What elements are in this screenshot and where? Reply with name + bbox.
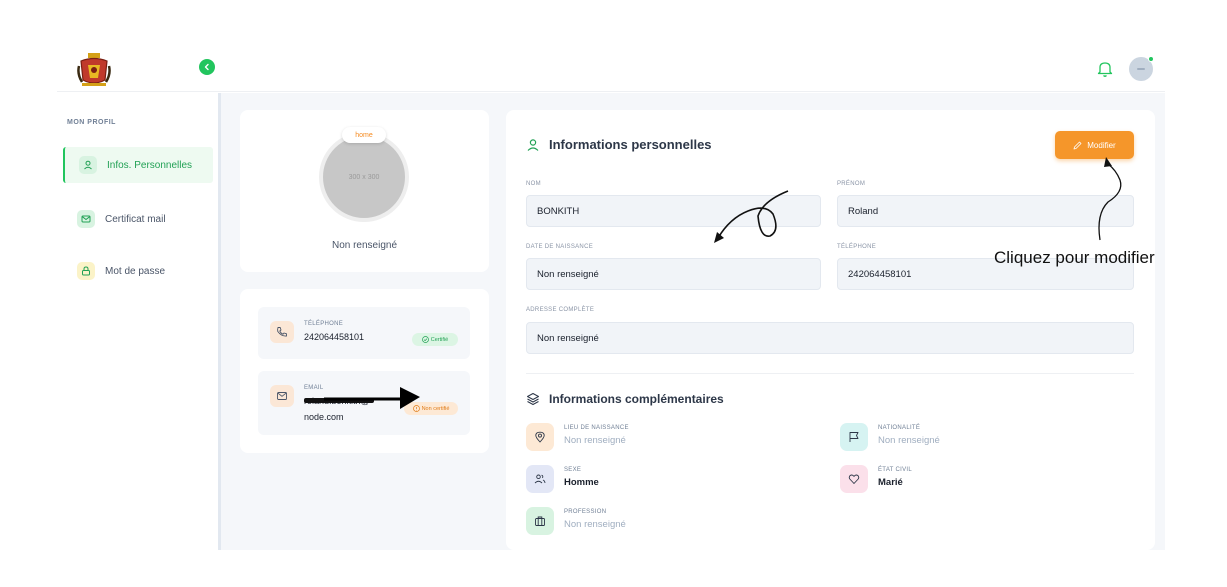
sidebar: MON PROFIL Infos. Personnelles Certifica… [57, 93, 218, 550]
personal-info-card: Informations personnelles Modifier NOM B… [506, 110, 1155, 550]
sidebar-item-label: Certificat mail [105, 213, 166, 225]
phone-label: TÉLÉPHONE [304, 321, 344, 327]
sidebar-collapse-button[interactable] [199, 59, 215, 75]
etat-civil-value: Marié [878, 477, 903, 488]
check-circle-icon [421, 336, 429, 343]
complementary-info-title: Informations complémentaires [549, 392, 724, 406]
briefcase-icon [526, 507, 554, 535]
sidebar-item-label: Infos. Personnelles [107, 159, 193, 171]
nationalite-value: Non renseigné [878, 435, 940, 446]
complementary-info-header: Informations complémentaires [526, 392, 724, 406]
sidebar-item-certificat-mail[interactable]: Certificat mail [63, 201, 213, 237]
main-content: 300 x 300 home Non renseigné TÉLÉPHONE 2… [221, 93, 1165, 550]
sexe-label: SEXE [564, 467, 582, 473]
user-avatar[interactable] [1129, 56, 1154, 81]
lock-icon [77, 262, 95, 280]
sidebar-title: MON PROFIL [67, 119, 116, 126]
arrow-annotation-icon [324, 387, 420, 409]
adresse-field[interactable]: Non renseigné [526, 322, 1134, 354]
nationalite-label: NATIONALITÉ [878, 425, 921, 431]
photo-placeholder-text: 300 x 300 [348, 173, 380, 181]
home-badge: home [342, 127, 386, 143]
chevron-left-icon [204, 63, 209, 71]
phone-value: 242064458101 [304, 332, 365, 342]
profile-photo[interactable]: 300 x 300 [319, 132, 409, 222]
sidebar-item-label: Mot de passe [105, 265, 166, 277]
sidebar-item-infos-personnelles[interactable]: Infos. Personnelles [63, 147, 213, 183]
avatar-placeholder [1137, 68, 1145, 70]
nationalite-item: NATIONALITÉ Non renseigné [840, 423, 940, 451]
profession-value: Non renseigné [564, 519, 626, 530]
profile-name: Non renseigné [331, 240, 398, 251]
coat-of-arms-logo[interactable] [77, 52, 111, 88]
location-pin-icon [526, 423, 554, 451]
notification-button[interactable] [1097, 60, 1113, 78]
sidebar-item-mot-de-passe[interactable]: Mot de passe [63, 253, 213, 289]
layers-icon [526, 392, 540, 406]
pencil-icon [1073, 141, 1082, 149]
contact-card: TÉLÉPHONE 242064458101 Certifié EMAIL ro… [240, 289, 489, 453]
date-naissance-label: DATE DE NAISSANCE [526, 244, 594, 250]
users-icon [526, 465, 554, 493]
adresse-label: ADRESSE COMPLÈTE [526, 307, 595, 313]
profession-label: PROFESSION [564, 509, 607, 515]
modify-button-label: Modifier [1087, 140, 1116, 150]
profile-card: 300 x 300 home Non renseigné [240, 110, 489, 272]
section-divider [526, 373, 1134, 374]
certified-text: Certifié [430, 336, 449, 343]
phone-icon [270, 321, 294, 343]
etat-civil-label: ÉTAT CIVIL [878, 467, 913, 473]
date-naissance-field[interactable]: Non renseigné [526, 258, 821, 290]
lieu-naissance-value: Non renseigné [564, 435, 626, 446]
mail-icon [77, 210, 95, 228]
lieu-naissance-label: LIEU DE NAISSANCE [564, 425, 629, 431]
email-value-line2: node.com [304, 412, 344, 422]
certified-badge: Certifié [412, 333, 458, 346]
prenom-field[interactable]: Roland [837, 195, 1134, 227]
email-label: EMAIL [304, 385, 324, 391]
nom-label: NOM [526, 181, 541, 187]
user-icon [79, 156, 97, 174]
lieu-naissance-item: LIEU DE NAISSANCE Non renseigné [526, 423, 629, 451]
personal-info-title: Informations personnelles [549, 137, 712, 152]
online-status-dot [1148, 56, 1154, 62]
profession-item: PROFESSION Non renseigné [526, 507, 626, 535]
telephone-label: TÉLÉPHONE [837, 244, 877, 250]
curly-arrow-annotation-icon [714, 190, 789, 243]
annotation-text: Cliquez pour modifier [994, 248, 1155, 267]
flag-icon [840, 423, 868, 451]
mail-icon [270, 385, 294, 407]
phone-contact-row: TÉLÉPHONE 242064458101 Certifié [258, 307, 470, 359]
bell-icon [1097, 62, 1113, 77]
pointer-arrow-annotation-icon [1098, 157, 1122, 241]
etat-civil-item: ÉTAT CIVIL Marié [840, 465, 912, 493]
personal-info-header: Informations personnelles [526, 137, 712, 152]
sexe-item: SEXE Homme [526, 465, 599, 493]
user-icon [526, 138, 540, 152]
sexe-value: Homme [564, 477, 599, 488]
heart-icon [840, 465, 868, 493]
top-bar [57, 48, 1165, 92]
prenom-label: PRÉNOM [837, 181, 866, 187]
